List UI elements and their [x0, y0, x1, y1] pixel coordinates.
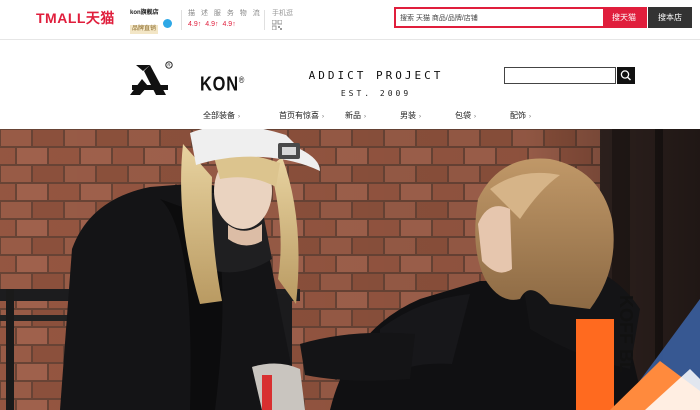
nav-item-label: 首页有惊喜 — [279, 111, 319, 120]
nav-item-label: 新品 — [345, 111, 361, 120]
shop-search-input[interactable] — [504, 67, 616, 84]
rating-description: 4.9↑ — [188, 21, 202, 28]
addict-project-block: ADDICT PROJECT EST. 2009 — [300, 69, 452, 100]
nav-item-accessories[interactable]: 配饰 › — [510, 110, 531, 123]
nav-item-all-gear[interactable]: 全部装备 › — [203, 110, 240, 123]
nav-item-label: 包袋 — [455, 111, 471, 120]
tmall-search-input[interactable] — [396, 9, 603, 26]
svg-text:R: R — [167, 63, 171, 68]
hero-photo: KOFF BL — [0, 129, 700, 410]
nav-item-label: 配饰 — [510, 111, 526, 120]
mobile-entry[interactable]: 手机逛 — [272, 9, 298, 30]
nav-item-men[interactable]: 男装 › — [400, 110, 421, 123]
nav-item-home-surprise[interactable]: 首页有惊喜 › — [279, 110, 324, 123]
search-store-button[interactable]: 搜本店 — [648, 7, 692, 28]
search-tmall-button[interactable]: 搜天猫 — [603, 9, 645, 26]
rating-service: 4.9↑ — [205, 21, 219, 28]
tmall-search-box: 搜天猫 — [394, 7, 647, 28]
shop-search-button[interactable] — [617, 67, 635, 84]
divider — [181, 10, 182, 30]
addict-title: ADDICT PROJECT — [308, 69, 444, 82]
chevron-right-icon: › — [474, 114, 476, 120]
chevron-right-icon: › — [529, 114, 531, 120]
tmall-top-bar: TMALL天猫 kon旗舰店 品牌直销 描 述 服 务 物 流 4.9↑ 4.9↑… — [0, 0, 700, 40]
brand-header: R KON® ADDICT PROJECT EST. 2009 全部装备 › 首页… — [0, 41, 700, 129]
addict-est: EST. 2009 — [340, 89, 412, 98]
chevron-right-icon: › — [364, 114, 366, 120]
kon-logo-icon[interactable]: R — [128, 59, 174, 101]
tmall-logo[interactable]: TMALL天猫 — [36, 10, 115, 26]
mobile-label: 手机逛 — [272, 10, 293, 17]
nav-item-bags[interactable]: 包袋 › — [455, 110, 476, 123]
divider — [264, 10, 265, 30]
brand-wordmark[interactable]: KON® — [200, 69, 245, 96]
chevron-right-icon: › — [322, 114, 324, 120]
nav-item-label: 全部装备 — [203, 111, 235, 120]
qr-code-icon — [272, 20, 282, 30]
shop-mini-name: kon旗舰店 — [130, 10, 159, 16]
rating-logistics: 4.9↑ — [222, 21, 236, 28]
verified-icon — [163, 19, 172, 28]
ratings-values: 4.9↑ 4.9↑ 4.9↑ — [188, 20, 262, 29]
search-icon — [620, 70, 631, 81]
shop-mini-card[interactable]: kon旗舰店 品牌直销 — [130, 9, 176, 35]
shop-ratings[interactable]: 描 述 服 务 物 流 4.9↑ 4.9↑ 4.9↑ — [188, 9, 262, 29]
nav-item-new[interactable]: 新品 › — [345, 110, 366, 123]
chevron-right-icon: › — [238, 114, 240, 120]
shop-mini-badge: 品牌直销 — [130, 25, 159, 34]
ratings-label: 描 述 服 务 物 流 — [188, 10, 262, 17]
brand-wordmark-text: KON — [200, 73, 239, 96]
registered-mark: ® — [238, 75, 246, 85]
chevron-right-icon: › — [419, 114, 421, 120]
nav-item-label: 男装 — [400, 111, 416, 120]
hero-strap-text: KOFF BL — [616, 295, 636, 373]
hero-banner[interactable]: KOFF BL — [0, 129, 700, 410]
